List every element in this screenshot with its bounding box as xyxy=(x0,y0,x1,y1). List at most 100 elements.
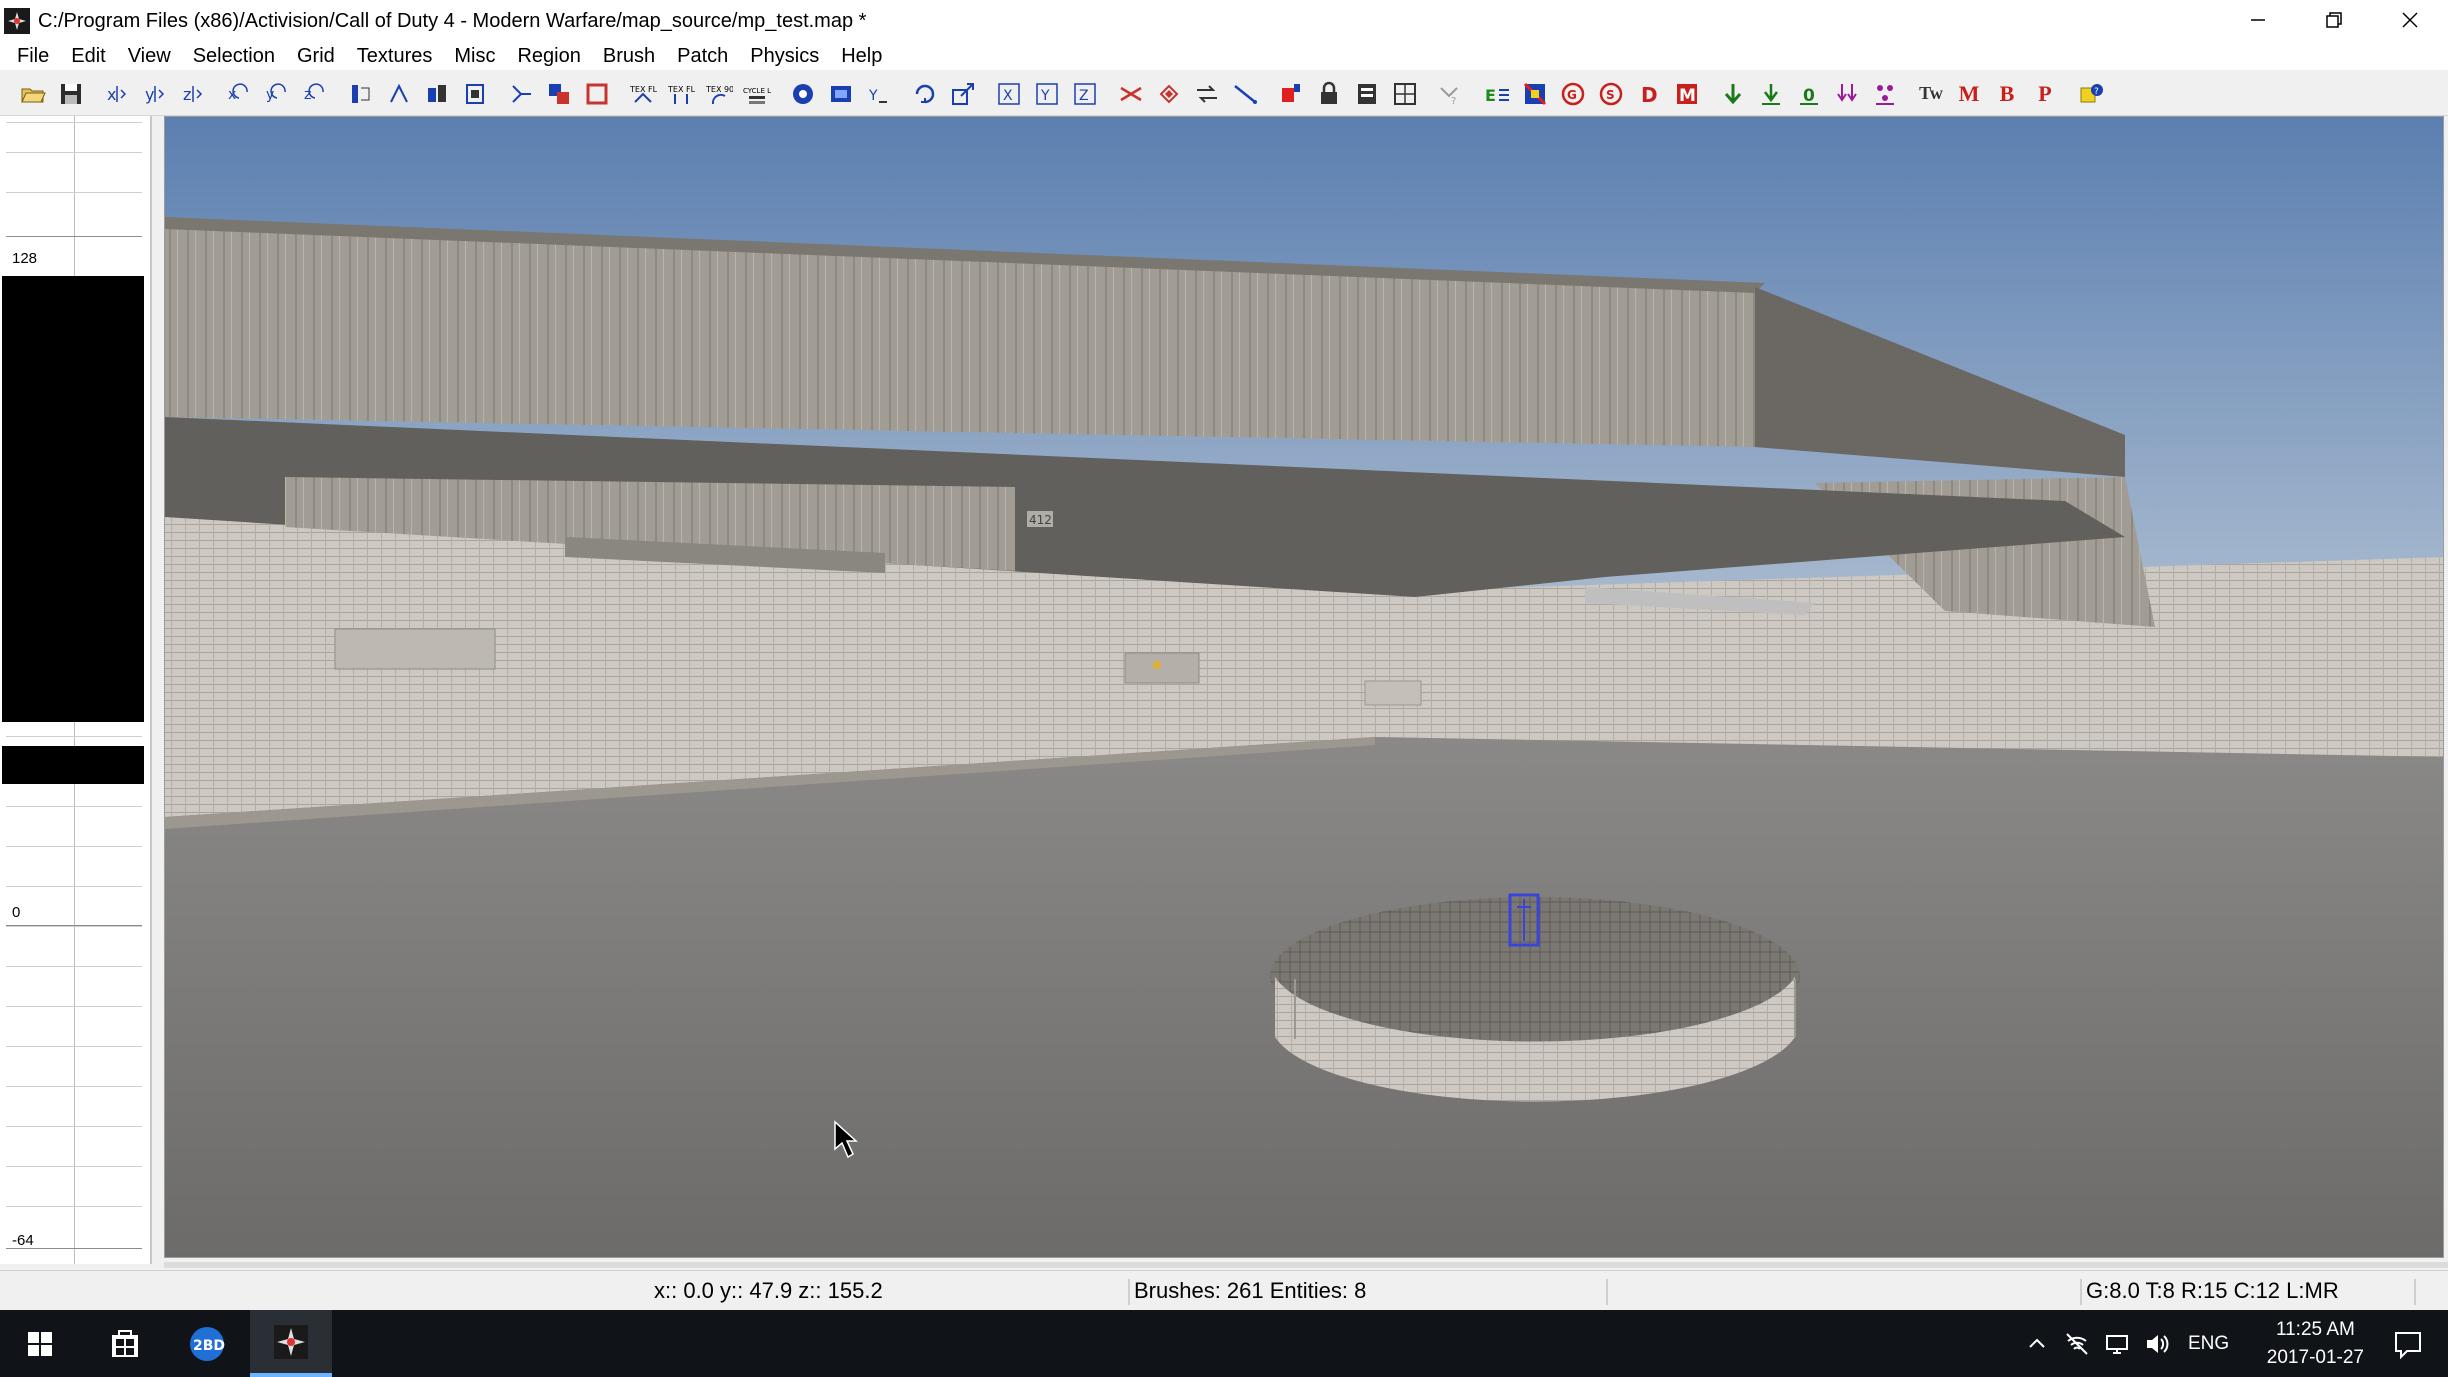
select-complete-button[interactable] xyxy=(342,75,380,113)
stop-button[interactable]: G xyxy=(1554,75,1592,113)
show-hidden-icons-icon[interactable] xyxy=(2024,1331,2050,1357)
sign-text: 412 xyxy=(1029,513,1052,527)
menu-region[interactable]: Region xyxy=(506,45,591,68)
view-divider[interactable] xyxy=(164,1262,2448,1268)
radiant-task-button[interactable] xyxy=(250,1310,332,1377)
move-down-button[interactable] xyxy=(1752,75,1790,113)
group-button[interactable] xyxy=(1866,75,1904,113)
flip-z-button[interactable]: z xyxy=(174,75,212,113)
rotate-z-button[interactable]: z xyxy=(296,75,334,113)
select-inside-button[interactable] xyxy=(418,75,456,113)
drop-button[interactable]: D xyxy=(1630,75,1668,113)
svg-text:Z: Z xyxy=(1079,88,1089,104)
start-icon xyxy=(28,1331,52,1356)
language-indicator[interactable]: ENG xyxy=(2188,1333,2229,1355)
menu-misc[interactable]: Misc xyxy=(443,45,506,68)
svg-text:?: ? xyxy=(2094,87,2099,97)
rotate-y-button[interactable]: y xyxy=(258,75,296,113)
drop-to-floor-button[interactable] xyxy=(1714,75,1752,113)
drop-icon: D xyxy=(1641,83,1658,107)
entity-list-button[interactable] xyxy=(1348,75,1386,113)
flip-x-button[interactable]: x xyxy=(98,75,136,113)
menu-patch[interactable]: Patch xyxy=(666,45,739,68)
drop-to-floor-icon xyxy=(1724,83,1742,104)
csg-subtract-button[interactable] xyxy=(502,75,540,113)
z-view-panel[interactable]: 128 0 -64 xyxy=(0,116,152,1264)
z-label-0: 0 xyxy=(12,904,21,921)
texture-lock-button[interactable] xyxy=(1386,75,1424,113)
clipper-button[interactable] xyxy=(1226,75,1264,113)
menu-textures[interactable]: Textures xyxy=(346,45,444,68)
flip-y-button[interactable]: y xyxy=(136,75,174,113)
notifications-button[interactable] xyxy=(2368,1310,2448,1377)
title-bar[interactable]: C:/Program Files (x86)/Activision/Call o… xyxy=(0,0,2448,42)
pair-button[interactable] xyxy=(1828,75,1866,113)
cycle-layer-button[interactable]: CYCLE LAYER xyxy=(738,75,776,113)
misc-model-button[interactable]: M xyxy=(1668,75,1706,113)
view-change-button[interactable]: Y xyxy=(860,75,898,113)
delete-button[interactable]: S xyxy=(1592,75,1630,113)
store-button[interactable] xyxy=(84,1310,166,1377)
menu-file[interactable]: File xyxy=(6,45,60,68)
hollow-icon xyxy=(586,83,608,104)
rotate-mode-button[interactable] xyxy=(906,75,944,113)
taskbar: 2BD ENG 11:25 AM 2017-01-27 xyxy=(0,1310,2448,1377)
b-button[interactable]: B xyxy=(1988,75,2026,113)
2bd-app-button[interactable]: 2BD xyxy=(166,1310,248,1377)
save-button[interactable] xyxy=(52,75,90,113)
svg-text:?: ? xyxy=(1451,96,1456,107)
select-inside-icon xyxy=(428,84,446,102)
csg-merge-button[interactable] xyxy=(540,75,578,113)
ethernet-icon[interactable] xyxy=(2104,1331,2130,1357)
menu-brush[interactable]: Brush xyxy=(592,45,666,68)
lock-button[interactable] xyxy=(1310,75,1348,113)
x-axis-button[interactable]: X xyxy=(990,75,1028,113)
curve-button[interactable] xyxy=(1188,75,1226,113)
rotate-y-icon: y xyxy=(266,82,286,103)
select-partial-button[interactable] xyxy=(456,75,494,113)
rotate-x-button[interactable]: x xyxy=(220,75,258,113)
flip-x-icon: x xyxy=(107,85,127,104)
help-button[interactable]: ? xyxy=(2072,75,2110,113)
open-button[interactable] xyxy=(14,75,52,113)
region-button[interactable] xyxy=(1272,75,1310,113)
minimize-icon xyxy=(2251,19,2265,21)
cubic-clip-button[interactable] xyxy=(822,75,860,113)
menu-selection[interactable]: Selection xyxy=(182,45,286,68)
z-axis-button[interactable]: Z xyxy=(1066,75,1104,113)
lock-icon xyxy=(1321,81,1337,104)
minimize-button[interactable] xyxy=(2220,0,2296,40)
camera-view[interactable]: 412 xyxy=(164,116,2444,1258)
network-icon[interactable] xyxy=(2064,1331,2090,1357)
texture-fit-button[interactable]: TEX FLIP xyxy=(662,75,700,113)
prefab-button[interactable]: E xyxy=(1478,75,1516,113)
menu-grid[interactable]: Grid xyxy=(286,45,346,68)
tw-button[interactable]: Tw xyxy=(1912,75,1950,113)
p-button[interactable]: P xyxy=(2026,75,2064,113)
window-title: C:/Program Files (x86)/Activision/Call o… xyxy=(38,9,867,32)
camera-mode-button[interactable] xyxy=(784,75,822,113)
texture-90-button[interactable]: TEX 90 xyxy=(700,75,738,113)
scale-mode-button[interactable] xyxy=(944,75,982,113)
vertex-edit-button[interactable] xyxy=(1112,75,1150,113)
wall-decal-center xyxy=(1124,652,1200,684)
hollow-button[interactable] xyxy=(578,75,616,113)
lights-button[interactable] xyxy=(1516,75,1554,113)
y-axis-button[interactable]: Y xyxy=(1028,75,1066,113)
texture-flip-button[interactable]: TEX FLIP xyxy=(624,75,662,113)
restore-button[interactable] xyxy=(2296,0,2372,40)
m-button[interactable]: M xyxy=(1950,75,1988,113)
clock[interactable]: 11:25 AM 2017-01-27 xyxy=(2267,1316,2364,1372)
volume-icon[interactable] xyxy=(2144,1331,2170,1357)
close-button[interactable] xyxy=(2372,0,2448,40)
start-button[interactable] xyxy=(0,1310,80,1377)
menu-view[interactable]: View xyxy=(117,45,182,68)
zero-button[interactable]: 0 xyxy=(1790,75,1828,113)
menu-physics[interactable]: Physics xyxy=(739,45,830,68)
z-selection-block xyxy=(2,746,144,784)
menu-edit[interactable]: Edit xyxy=(60,45,116,68)
select-touching-button[interactable] xyxy=(380,75,418,113)
filter-button[interactable]: ? xyxy=(1432,75,1470,113)
menu-help[interactable]: Help xyxy=(830,45,893,68)
patch-button[interactable] xyxy=(1150,75,1188,113)
